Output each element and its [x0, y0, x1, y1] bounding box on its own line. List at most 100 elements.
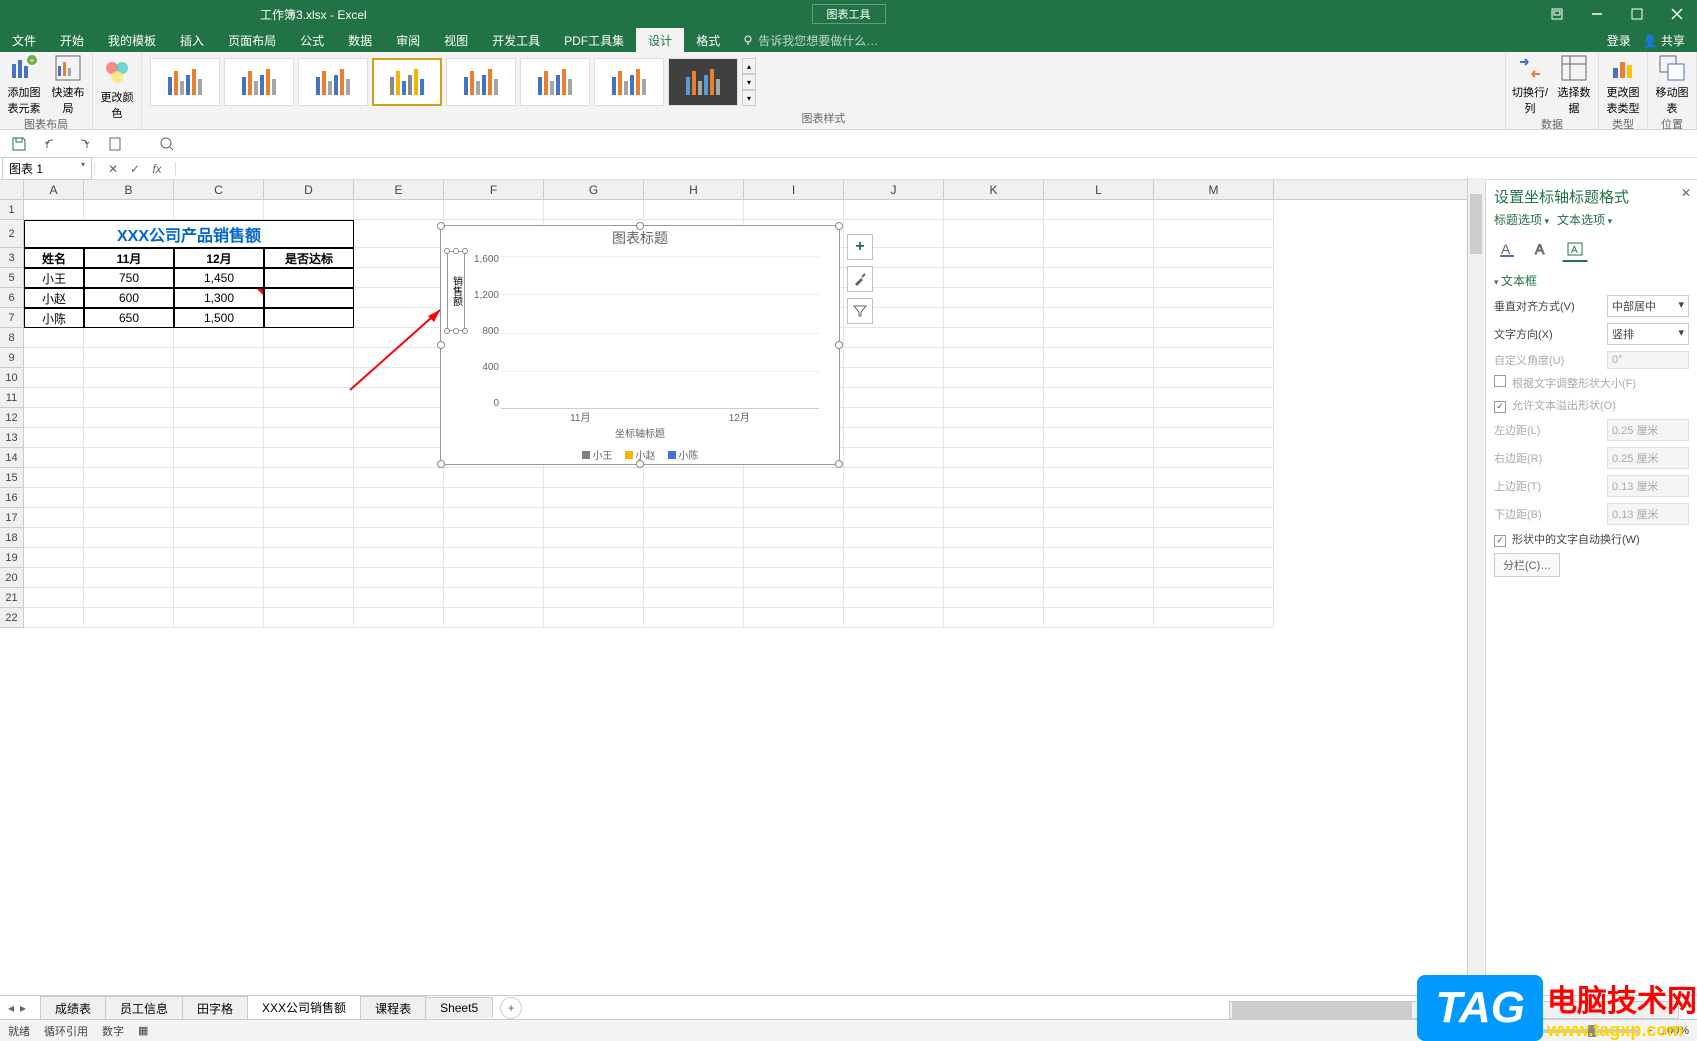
cell[interactable] [24, 588, 84, 608]
cell[interactable] [264, 588, 354, 608]
row-header[interactable]: 15 [0, 468, 24, 488]
cell[interactable] [84, 200, 174, 220]
cell[interactable] [1154, 388, 1274, 408]
textbox-section-header[interactable]: 文本框 [1494, 272, 1689, 289]
cell[interactable] [944, 548, 1044, 568]
row-header[interactable]: 3 [0, 248, 24, 268]
cell[interactable] [264, 528, 354, 548]
cell[interactable] [1154, 328, 1274, 348]
cell[interactable] [1154, 220, 1274, 248]
cell[interactable] [444, 200, 544, 220]
cell[interactable] [744, 468, 844, 488]
cell[interactable] [1044, 308, 1154, 328]
row-header[interactable]: 12 [0, 408, 24, 428]
quick-layout-button[interactable]: 快速布局 [48, 54, 88, 116]
cell[interactable] [354, 408, 444, 428]
cell[interactable] [544, 508, 644, 528]
cell[interactable] [354, 200, 444, 220]
cell[interactable] [24, 488, 84, 508]
style-thumb-4-selected[interactable] [372, 58, 442, 106]
cell[interactable] [944, 408, 1044, 428]
cell[interactable] [1154, 448, 1274, 468]
cell[interactable] [1044, 248, 1154, 268]
cell[interactable] [84, 428, 174, 448]
share-button[interactable]: 👤 共享 [1643, 32, 1685, 49]
cell[interactable] [844, 348, 944, 368]
cell[interactable] [84, 328, 174, 348]
cell[interactable] [264, 508, 354, 528]
maximize-icon[interactable] [1617, 0, 1657, 28]
row-header[interactable]: 18 [0, 528, 24, 548]
cell[interactable] [264, 448, 354, 468]
cell[interactable] [944, 508, 1044, 528]
cell[interactable] [84, 548, 174, 568]
cell[interactable] [1154, 568, 1274, 588]
cell[interactable] [844, 528, 944, 548]
cell[interactable] [1044, 588, 1154, 608]
cell[interactable] [174, 508, 264, 528]
row-header[interactable]: 5 [0, 268, 24, 288]
cell[interactable]: 姓名 [24, 248, 84, 268]
cell[interactable] [844, 548, 944, 568]
tab-insert[interactable]: 插入 [168, 28, 216, 52]
style-thumb-7[interactable] [594, 58, 664, 106]
cell[interactable] [544, 528, 644, 548]
cell[interactable] [24, 608, 84, 628]
cell[interactable] [264, 308, 354, 328]
cell[interactable] [1044, 608, 1154, 628]
undo-button[interactable] [40, 133, 62, 155]
cell[interactable] [84, 488, 174, 508]
cell[interactable]: 11月 [84, 248, 174, 268]
col-header[interactable]: M [1154, 180, 1274, 199]
close-icon[interactable] [1657, 0, 1697, 28]
sheet-tab-active[interactable]: XXX公司销售额 [247, 995, 361, 1021]
sheet-tab[interactable]: 员工信息 [105, 996, 183, 1020]
row-header[interactable]: 6 [0, 288, 24, 308]
cell[interactable] [264, 328, 354, 348]
cell[interactable] [1154, 268, 1274, 288]
cell[interactable] [944, 568, 1044, 588]
plot-area[interactable] [501, 256, 819, 409]
cell[interactable] [844, 568, 944, 588]
spreadsheet-grid[interactable]: A B C D E F G H I J K L M 12XXX公司产品销售额3姓… [0, 180, 1485, 1000]
cell[interactable] [24, 368, 84, 388]
vertical-scrollbar[interactable] [1467, 178, 1484, 995]
cell[interactable] [84, 448, 174, 468]
cell[interactable] [1044, 408, 1154, 428]
sheet-nav-prev-icon[interactable]: ◂ [8, 1001, 14, 1015]
cell[interactable] [264, 388, 354, 408]
row-header[interactable]: 17 [0, 508, 24, 528]
style-thumb-8[interactable] [668, 58, 738, 106]
cell[interactable] [644, 568, 744, 588]
cell[interactable] [1154, 508, 1274, 528]
cell[interactable] [24, 200, 84, 220]
col-header[interactable]: B [84, 180, 174, 199]
cell[interactable] [24, 328, 84, 348]
cell[interactable] [1044, 288, 1154, 308]
row-header[interactable]: 9 [0, 348, 24, 368]
tab-pdf[interactable]: PDF工具集 [552, 28, 636, 52]
cell[interactable] [354, 428, 444, 448]
tell-me-input[interactable]: 告诉我您想要做什么… [732, 28, 1594, 52]
sheet-tab[interactable]: 课程表 [360, 996, 426, 1020]
cell[interactable] [1154, 528, 1274, 548]
cell[interactable] [264, 348, 354, 368]
sheet-tab[interactable]: 田字格 [182, 996, 248, 1020]
cell[interactable] [24, 508, 84, 528]
new-button[interactable] [104, 133, 126, 155]
cell[interactable] [354, 488, 444, 508]
change-chart-type-button[interactable]: 更改图表类型 [1603, 54, 1643, 116]
switch-row-col-button[interactable]: 切换行/列 [1510, 54, 1550, 116]
cell[interactable] [24, 408, 84, 428]
cell[interactable] [644, 528, 744, 548]
chart-styles-button[interactable] [847, 266, 873, 292]
cell[interactable] [744, 568, 844, 588]
fx-icon[interactable]: fx [147, 162, 167, 176]
tab-file[interactable]: 文件 [0, 28, 48, 52]
cell[interactable] [944, 428, 1044, 448]
cell[interactable] [944, 308, 1044, 328]
cell[interactable] [544, 200, 644, 220]
cell[interactable] [84, 368, 174, 388]
cell[interactable] [444, 588, 544, 608]
cell[interactable] [744, 508, 844, 528]
